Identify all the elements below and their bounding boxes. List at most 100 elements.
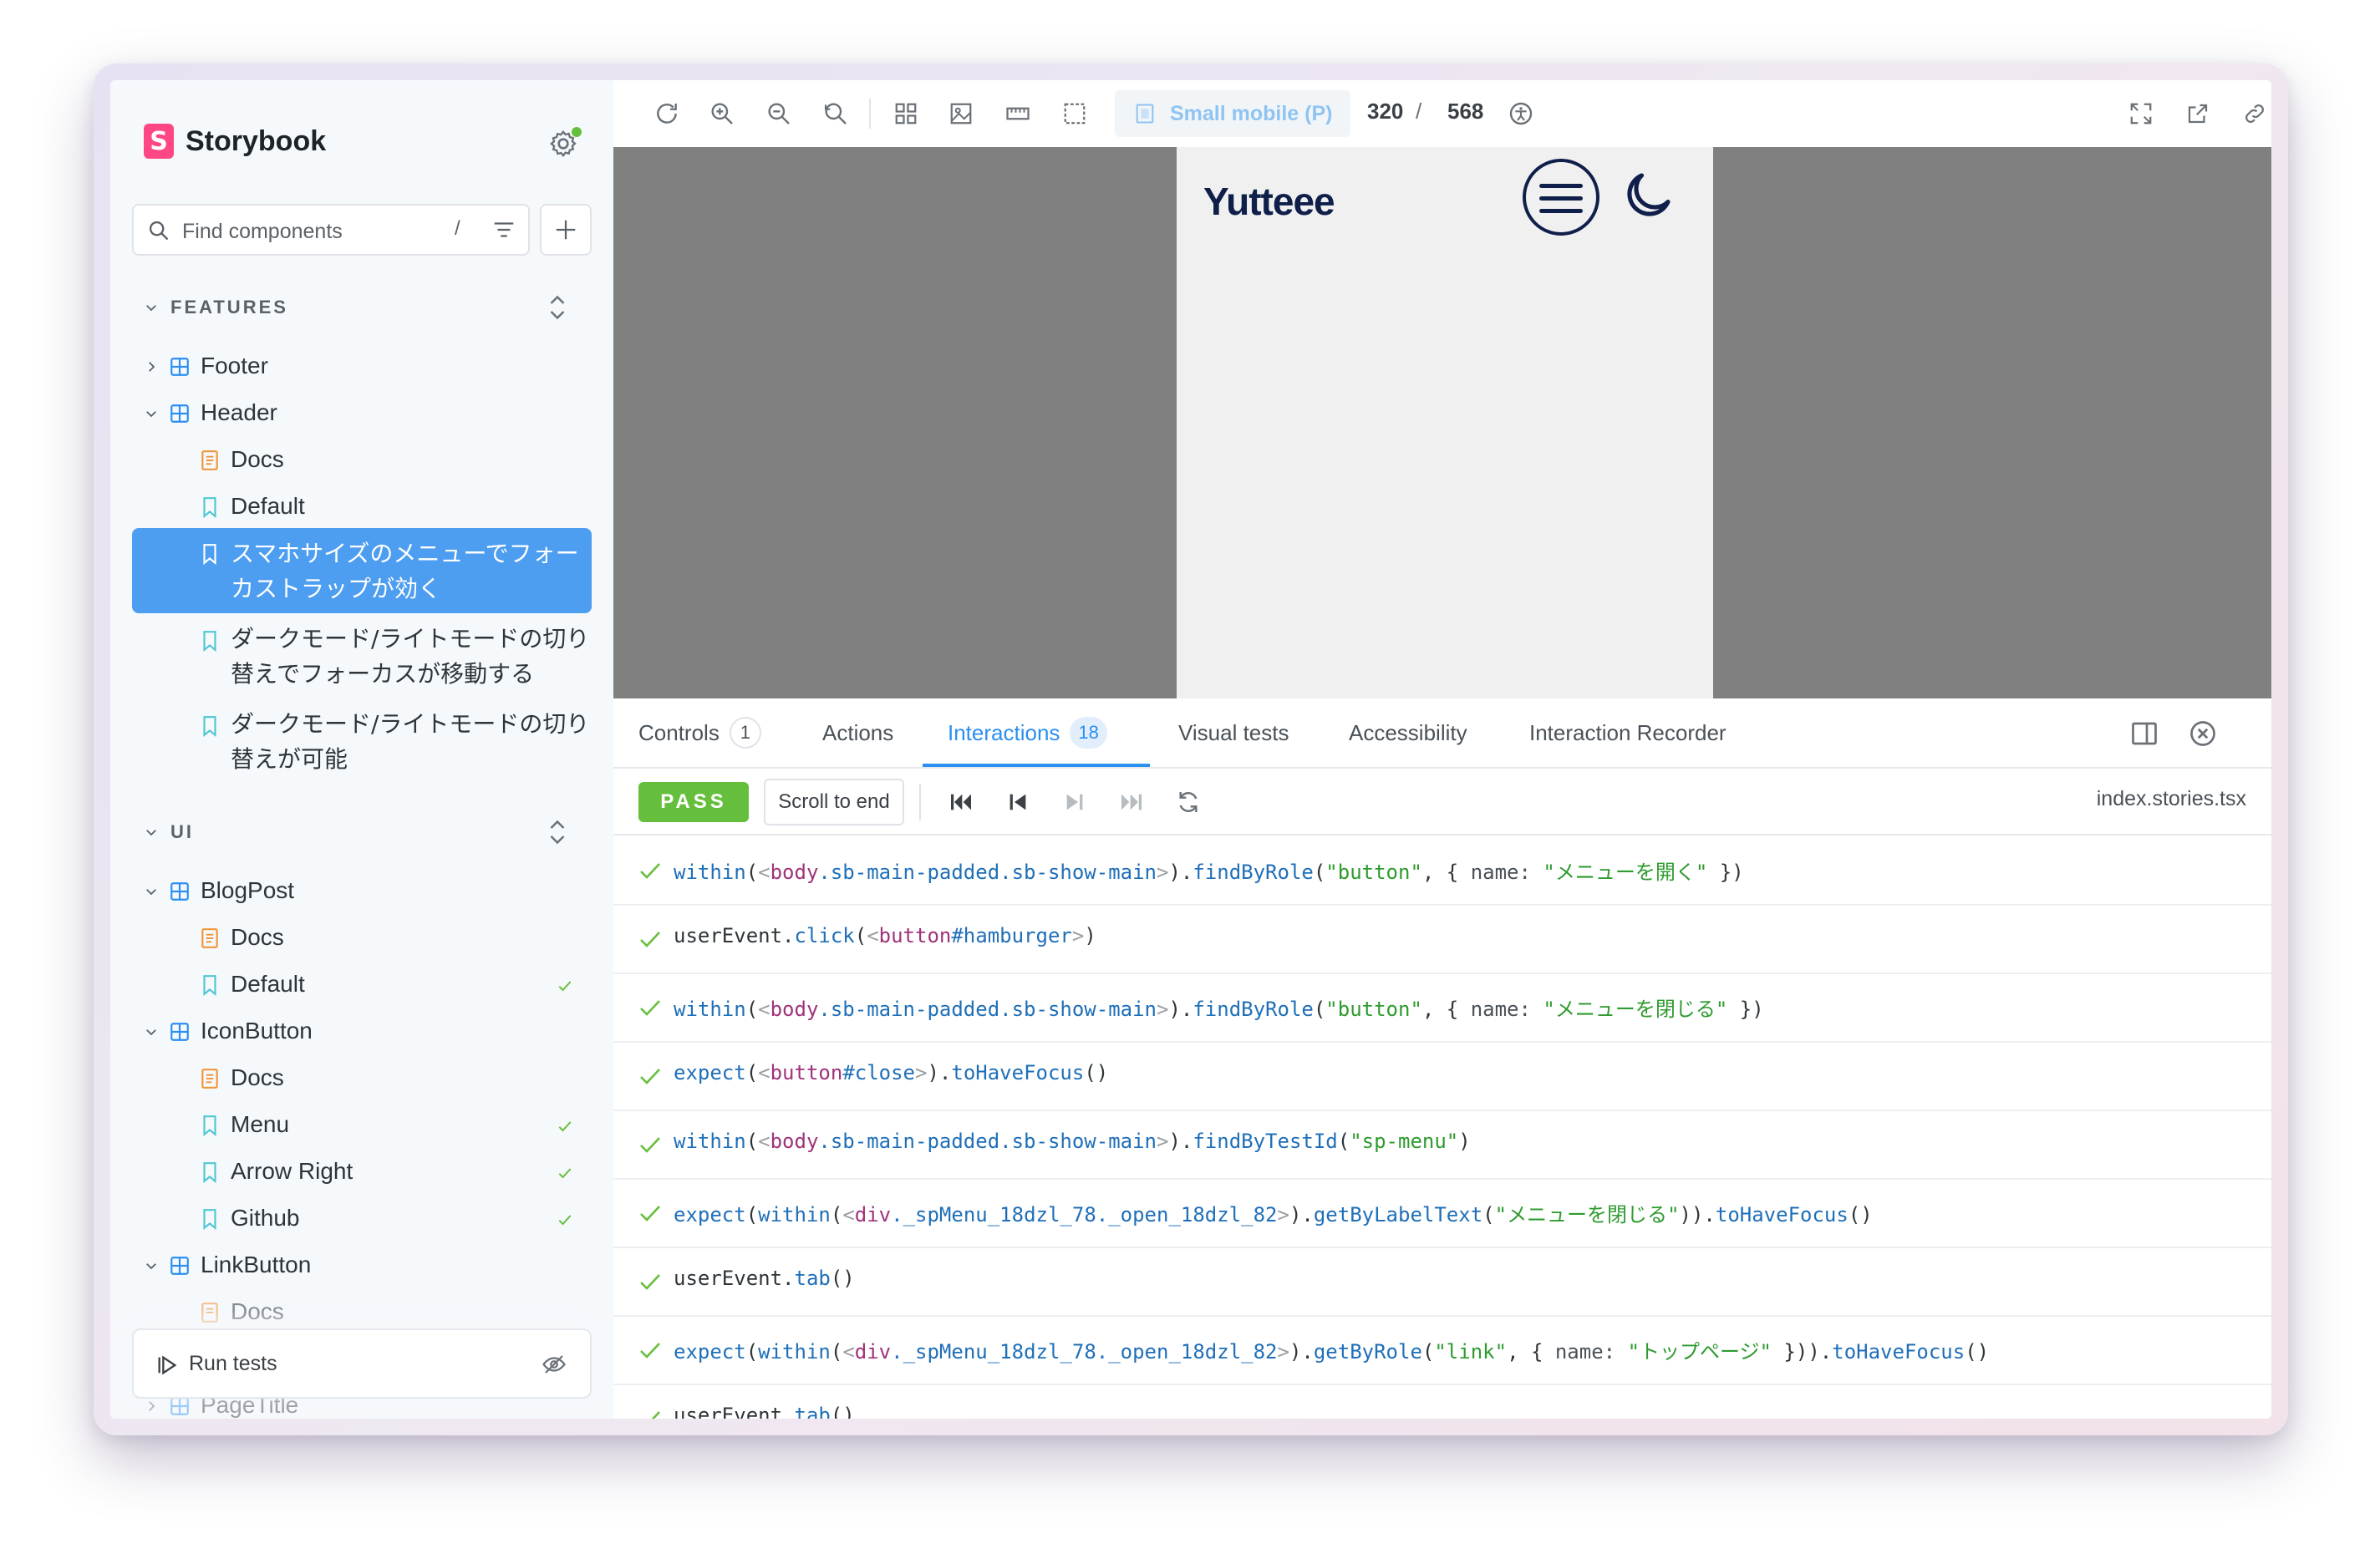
tab-visual-tests[interactable]: Visual tests bbox=[1178, 698, 1289, 767]
tab-interactions[interactable]: Interactions 18 bbox=[948, 698, 1107, 767]
tree-label: スマホサイズのメニューでフォーカストラップが効く bbox=[231, 540, 579, 602]
hamburger-menu-button[interactable] bbox=[1523, 159, 1599, 236]
document-icon bbox=[201, 1303, 218, 1323]
chevron-down-icon bbox=[146, 830, 156, 836]
interaction-step[interactable]: within(<body.sb-main-padded.sb-show-main… bbox=[613, 835, 2271, 906]
tree-story-selected[interactable]: スマホサイズのメニューでフォーカストラップが効く bbox=[132, 528, 592, 613]
group-header-features[interactable]: FEATURES bbox=[144, 291, 288, 324]
eye-off-icon[interactable] bbox=[542, 1352, 567, 1377]
group-header-ui[interactable]: UI bbox=[144, 815, 194, 849]
tree-story-arrow-right[interactable]: Arrow Right bbox=[110, 1150, 613, 1195]
accessibility-icon[interactable] bbox=[1504, 97, 1538, 130]
toolbar-divider bbox=[869, 99, 871, 129]
interaction-step[interactable]: within(<body.sb-main-padded.sb-show-main… bbox=[613, 1110, 2271, 1180]
filter-icon[interactable] bbox=[491, 217, 516, 242]
tree-story-blogpost-default[interactable]: Default bbox=[110, 962, 613, 1008]
step-code: within(<body.sb-main-padded.sb-show-main… bbox=[674, 861, 1744, 884]
tree-story-menu[interactable]: Menu bbox=[110, 1103, 613, 1148]
tree-docs-iconbutton[interactable]: Docs bbox=[110, 1056, 613, 1101]
interaction-step[interactable]: expect(within(<div._spMenu_18dzl_78._ope… bbox=[613, 1315, 2271, 1385]
copy-link-icon[interactable] bbox=[2238, 97, 2271, 130]
tree-label: LinkButton bbox=[201, 1252, 312, 1277]
outline-icon[interactable] bbox=[1058, 97, 1091, 130]
tree-story-github[interactable]: Github bbox=[110, 1196, 613, 1242]
interaction-step[interactable]: expect(within(<div._spMenu_18dzl_78._ope… bbox=[613, 1178, 2271, 1248]
viewport-label: Small mobile (P) bbox=[1170, 102, 1333, 125]
interaction-step[interactable]: userEvent.tab() bbox=[613, 1247, 2271, 1317]
zoom-out-icon[interactable] bbox=[762, 97, 796, 130]
rewind-to-start-icon[interactable] bbox=[944, 785, 978, 819]
tab-label: Interaction Recorder bbox=[1529, 719, 1727, 745]
expand-collapse-icon[interactable] bbox=[545, 291, 570, 324]
tree-component-iconbutton[interactable]: IconButton bbox=[110, 1009, 613, 1054]
run-tests-button[interactable]: Run tests bbox=[132, 1328, 592, 1399]
component-icon bbox=[170, 1023, 189, 1041]
sidebar: S Storybook / FEATURES Footer bbox=[110, 80, 615, 1419]
plus-icon bbox=[556, 220, 576, 240]
tree-story-header-default[interactable]: Default bbox=[110, 485, 613, 530]
check-icon bbox=[558, 1121, 572, 1132]
step-code: userEvent.tab() bbox=[674, 1404, 855, 1419]
rerun-icon[interactable] bbox=[1172, 785, 1205, 819]
zoom-in-icon[interactable] bbox=[705, 97, 739, 130]
hamburger-line bbox=[1539, 196, 1583, 201]
skip-to-end-icon[interactable] bbox=[1115, 785, 1148, 819]
step-code: expect(<button#close>).toHaveFocus() bbox=[674, 1061, 1109, 1084]
viewport-height[interactable]: 568 bbox=[1447, 99, 1483, 124]
addons-panel: Controls 1 Actions Interactions 18 Visua… bbox=[613, 698, 2271, 1419]
step-forward-icon[interactable] bbox=[1058, 785, 1091, 819]
zoom-reset-icon[interactable] bbox=[819, 97, 852, 130]
brand[interactable]: S Storybook bbox=[144, 124, 326, 159]
hamburger-line bbox=[1539, 209, 1583, 213]
scroll-to-end-button[interactable]: Scroll to end bbox=[764, 779, 904, 825]
reload-icon[interactable] bbox=[650, 97, 684, 130]
bookmark-icon bbox=[203, 497, 216, 518]
tab-controls[interactable]: Controls 1 bbox=[638, 698, 761, 767]
interaction-step[interactable]: userEvent.tab() bbox=[613, 1384, 2271, 1419]
search-box[interactable]: / bbox=[132, 204, 530, 256]
chevron-down-icon bbox=[146, 411, 156, 418]
tree-component-header[interactable]: Header bbox=[110, 391, 613, 436]
panel-orientation-icon[interactable] bbox=[2129, 719, 2159, 749]
site-title[interactable]: Yutteee bbox=[1203, 179, 1335, 224]
interaction-step[interactable]: within(<body.sb-main-padded.sb-show-main… bbox=[613, 973, 2271, 1043]
moon-icon[interactable] bbox=[1618, 165, 1678, 226]
tree-component-linkbutton[interactable]: LinkButton bbox=[110, 1243, 613, 1288]
tab-accessibility[interactable]: Accessibility bbox=[1349, 698, 1467, 767]
grid-icon[interactable] bbox=[889, 97, 923, 130]
tree-component-blogpost[interactable]: BlogPost bbox=[110, 869, 613, 914]
viewport-selector[interactable]: Small mobile (P) bbox=[1115, 90, 1350, 137]
ruler-icon[interactable] bbox=[1001, 97, 1035, 130]
viewport-width[interactable]: 320 bbox=[1367, 99, 1403, 124]
interaction-step[interactable]: expect(<button#close>).toHaveFocus() bbox=[613, 1041, 2271, 1111]
close-panel-icon[interactable] bbox=[2188, 719, 2218, 749]
expand-collapse-icon[interactable] bbox=[545, 815, 570, 849]
component-icon bbox=[170, 404, 189, 423]
search-input[interactable] bbox=[181, 214, 435, 249]
tree-story-dark-toggle[interactable]: ダークモード/ライトモードの切り替えが可能 bbox=[110, 700, 613, 784]
bookmark-icon bbox=[203, 544, 216, 565]
fullscreen-icon[interactable] bbox=[2124, 97, 2158, 130]
story-filename[interactable]: index.stories.tsx bbox=[2097, 787, 2246, 811]
tree-docs-blogpost[interactable]: Docs bbox=[110, 916, 613, 961]
document-icon bbox=[201, 450, 218, 470]
tree-label: IconButton bbox=[201, 1018, 313, 1044]
tree-label: Docs bbox=[231, 924, 284, 950]
chevron-down-icon bbox=[146, 1029, 156, 1036]
background-image-icon[interactable] bbox=[944, 97, 978, 130]
run-tests-label: Run tests bbox=[189, 1352, 277, 1375]
interaction-step[interactable]: userEvent.click(<button#hamburger>) bbox=[613, 904, 2271, 974]
tree-docs-header[interactable]: Docs bbox=[110, 438, 613, 483]
add-story-button[interactable] bbox=[540, 204, 592, 256]
chevron-right-icon bbox=[149, 1401, 155, 1411]
tab-actions[interactable]: Actions bbox=[822, 698, 893, 767]
tree-label: Default bbox=[231, 971, 305, 997]
step-back-icon[interactable] bbox=[1001, 785, 1035, 819]
tree-label: Github bbox=[231, 1205, 300, 1231]
tree-component-footer[interactable]: Footer bbox=[110, 344, 613, 389]
step-arg: メニューを閉じる bbox=[1507, 1203, 1668, 1226]
tree-label: Docs bbox=[231, 1064, 284, 1090]
open-new-tab-icon[interactable] bbox=[2181, 97, 2215, 130]
tab-interaction-recorder[interactable]: Interaction Recorder bbox=[1529, 698, 1727, 767]
tree-story-dark-focus[interactable]: ダークモード/ライトモードの切り替えでフォーカスが移動する bbox=[110, 615, 613, 698]
